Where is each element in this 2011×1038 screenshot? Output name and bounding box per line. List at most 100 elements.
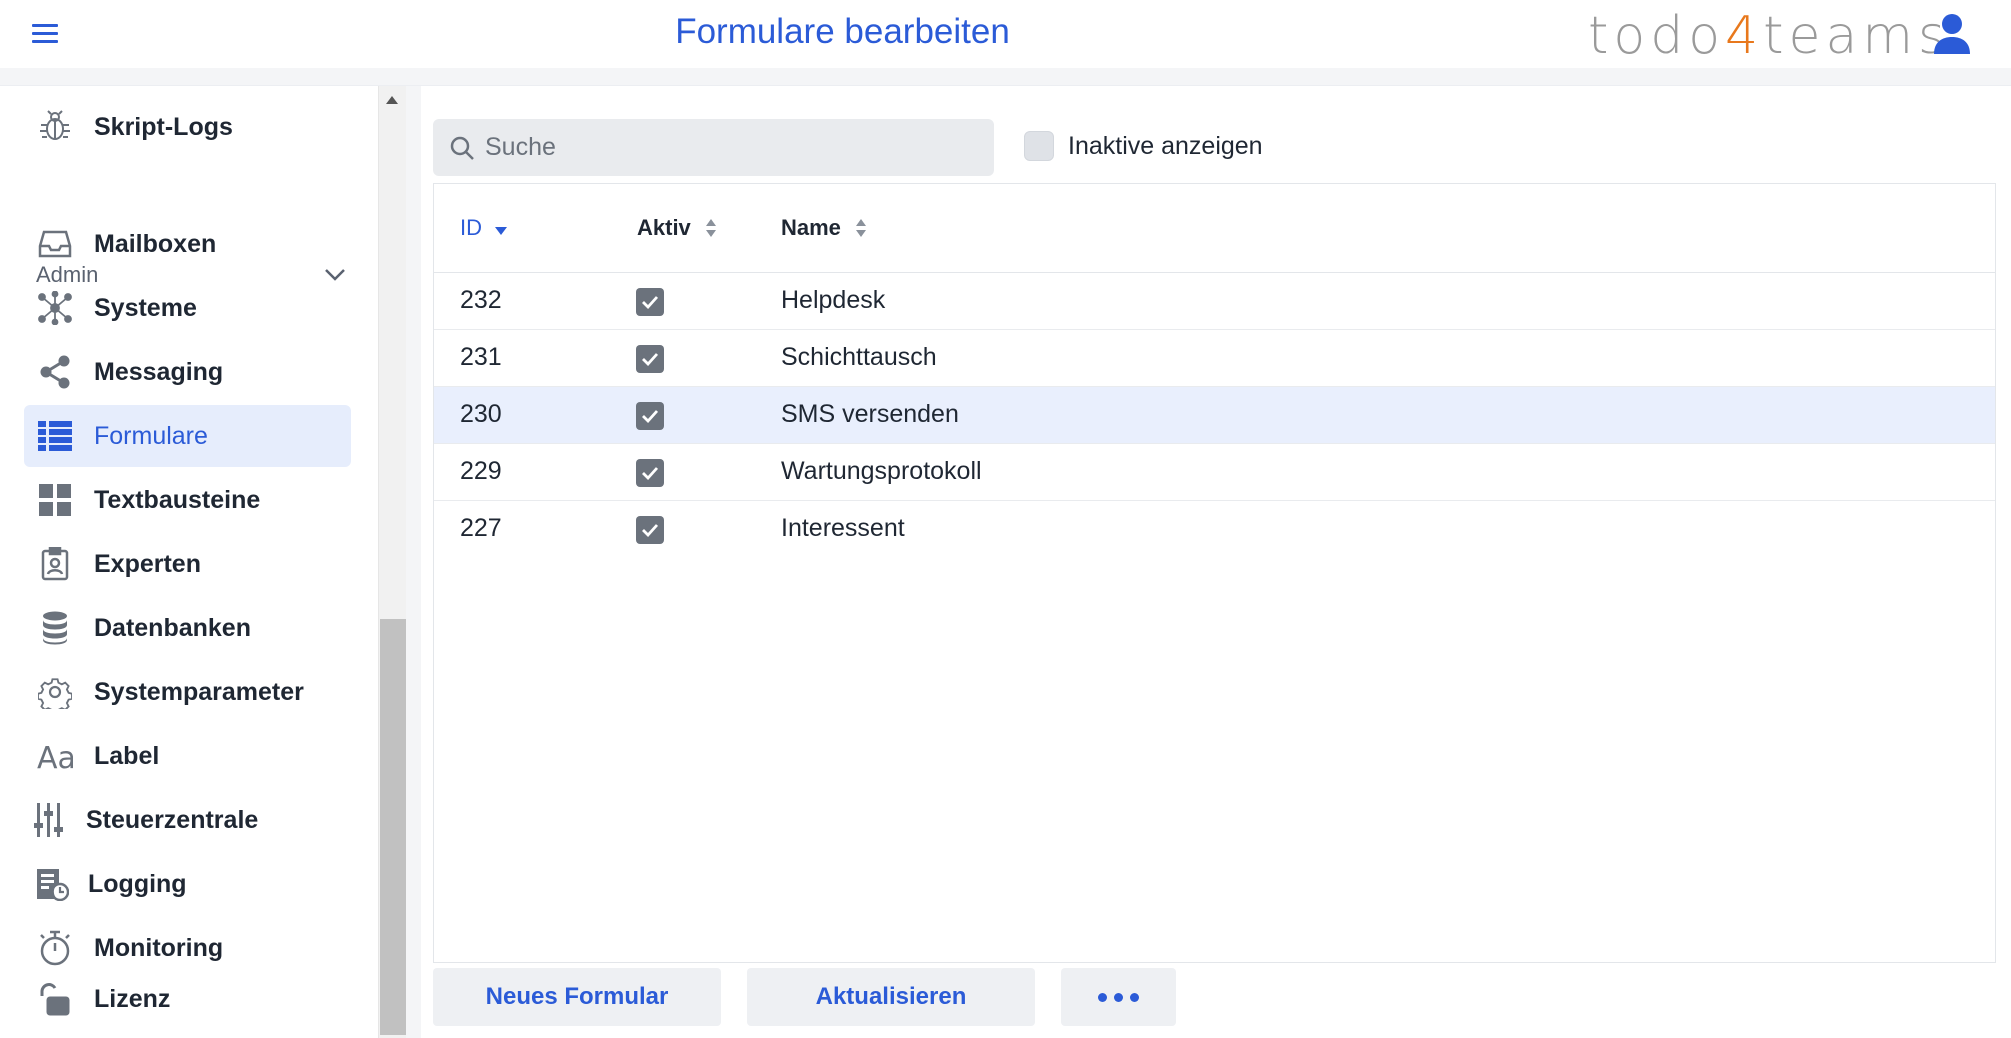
sliders-icon bbox=[30, 801, 68, 839]
sidebar-item-label-entry[interactable]: Aa Label bbox=[24, 725, 351, 787]
header-divider bbox=[0, 68, 2011, 86]
show-inactive-label: Inaktive anzeigen bbox=[1068, 131, 1263, 160]
cell-id: 232 bbox=[460, 286, 502, 314]
sort-desc-icon bbox=[495, 227, 507, 235]
more-options-button[interactable] bbox=[1061, 968, 1176, 1026]
cell-id: 229 bbox=[460, 457, 502, 485]
app-logo: todo4teams bbox=[1588, 6, 1950, 66]
logo-digit: 4 bbox=[1725, 6, 1764, 66]
cell-name: SMS versenden bbox=[781, 400, 959, 428]
sidebar: Skript-Logs Admin Mailboxen Systeme Mess… bbox=[0, 86, 378, 1038]
sidebar-item-label: Formulare bbox=[94, 421, 208, 450]
sidebar-item-textbausteine[interactable]: Textbausteine bbox=[24, 469, 351, 531]
cell-name: Helpdesk bbox=[781, 286, 886, 314]
font-icon: Aa bbox=[36, 737, 74, 775]
more-dots-icon bbox=[1098, 992, 1139, 1002]
sidebar-item-steuerzentrale[interactable]: Steuerzentrale bbox=[24, 789, 351, 851]
column-header-label: Name bbox=[781, 215, 841, 240]
forms-table: ID Aktiv Name 232 Helpdesk 231 Schichtta… bbox=[433, 183, 1996, 963]
logo-suffix: teams bbox=[1763, 6, 1951, 66]
check-icon bbox=[642, 467, 659, 480]
scroll-up-arrow-icon[interactable] bbox=[386, 96, 398, 104]
new-form-button[interactable]: Neues Formular bbox=[433, 968, 721, 1026]
network-icon bbox=[36, 289, 74, 327]
sidebar-item-label: Logging bbox=[88, 869, 187, 898]
list-icon bbox=[36, 417, 74, 455]
table-row[interactable]: 231 Schichttausch bbox=[434, 330, 1995, 387]
logo-prefix: todo bbox=[1588, 6, 1726, 66]
sidebar-item-systeme[interactable]: Systeme bbox=[24, 277, 351, 339]
page-title: Formulare bearbeiten bbox=[675, 12, 1010, 51]
sidebar-item-label: Datenbanken bbox=[94, 613, 251, 642]
refresh-button[interactable]: Aktualisieren bbox=[747, 968, 1035, 1026]
user-icon[interactable] bbox=[1932, 12, 1972, 56]
sidebar-scrollbar[interactable] bbox=[378, 86, 406, 1038]
bug-icon bbox=[36, 108, 74, 146]
cell-id: 230 bbox=[460, 400, 502, 428]
inbox-icon bbox=[36, 225, 74, 263]
table-row[interactable]: 227 Interessent bbox=[434, 501, 1995, 558]
sidebar-item-label: Messaging bbox=[94, 357, 224, 386]
sidebar-item-label: Lizenz bbox=[94, 984, 171, 1013]
svg-text:Aa: Aa bbox=[37, 741, 73, 771]
grid-icon bbox=[36, 481, 74, 519]
active-checkbox[interactable] bbox=[636, 402, 664, 430]
sidebar-item-label: Mailboxen bbox=[94, 229, 217, 258]
table-row[interactable]: 229 Wartungsprotokoll bbox=[434, 444, 1995, 501]
sidebar-item-label: Steuerzentrale bbox=[86, 805, 259, 834]
sidebar-item-logging[interactable]: Logging bbox=[24, 853, 351, 915]
sidebar-item-label: Systeme bbox=[94, 293, 197, 322]
sidebar-item-label: Experten bbox=[94, 549, 201, 578]
unlock-icon bbox=[36, 980, 74, 1018]
app-header: Formulare bearbeiten todo4teams bbox=[0, 0, 2011, 68]
scrollbar-thumb[interactable] bbox=[380, 619, 406, 1035]
sort-icon bbox=[705, 219, 716, 237]
active-checkbox[interactable] bbox=[636, 345, 664, 373]
check-icon bbox=[642, 524, 659, 537]
sidebar-item-systemparameter[interactable]: Systemparameter bbox=[24, 661, 351, 723]
column-header-id[interactable]: ID bbox=[460, 215, 508, 241]
sidebar-item-label: Monitoring bbox=[94, 933, 224, 962]
active-checkbox[interactable] bbox=[636, 288, 664, 316]
check-icon bbox=[642, 296, 659, 309]
share-icon bbox=[36, 353, 74, 391]
column-header-aktiv[interactable]: Aktiv bbox=[637, 215, 717, 241]
column-header-label: ID bbox=[460, 215, 482, 240]
table-row-selected[interactable]: 230 SMS versenden bbox=[434, 387, 1995, 444]
sidebar-item-messaging[interactable]: Messaging bbox=[24, 341, 351, 403]
sidebar-item-label: Systemparameter bbox=[94, 677, 304, 706]
column-header-name[interactable]: Name bbox=[781, 215, 867, 241]
check-icon bbox=[642, 410, 659, 423]
search-box[interactable] bbox=[433, 119, 994, 176]
database-icon bbox=[36, 609, 74, 647]
active-checkbox[interactable] bbox=[636, 459, 664, 487]
active-checkbox[interactable] bbox=[636, 516, 664, 544]
content-gutter bbox=[406, 86, 421, 1038]
column-header-label: Aktiv bbox=[637, 215, 691, 240]
gear-icon bbox=[36, 673, 74, 711]
cell-id: 231 bbox=[460, 343, 502, 371]
cell-name: Interessent bbox=[781, 514, 905, 542]
sidebar-item-formulare[interactable]: Formulare bbox=[24, 405, 351, 467]
table-header: ID Aktiv Name bbox=[434, 184, 1995, 273]
stopwatch-icon bbox=[36, 929, 74, 967]
sidebar-item-datenbanken[interactable]: Datenbanken bbox=[24, 597, 351, 659]
log-icon bbox=[34, 865, 72, 903]
sidebar-item-skript-logs[interactable]: Skript-Logs bbox=[24, 96, 351, 158]
badge-icon bbox=[36, 545, 74, 583]
sidebar-item-label: Textbausteine bbox=[94, 485, 261, 514]
sidebar-item-experten[interactable]: Experten bbox=[24, 533, 351, 595]
cell-name: Schichttausch bbox=[781, 343, 937, 371]
cell-name: Wartungsprotokoll bbox=[781, 457, 982, 485]
sidebar-item-label: Skript-Logs bbox=[94, 112, 233, 141]
check-icon bbox=[642, 353, 659, 366]
sidebar-item-mailboxen[interactable]: Mailboxen bbox=[24, 213, 351, 275]
search-input[interactable] bbox=[485, 133, 965, 162]
sidebar-item-lizenz[interactable]: Lizenz bbox=[24, 968, 351, 1030]
cell-id: 227 bbox=[460, 514, 502, 542]
table-row[interactable]: 232 Helpdesk bbox=[434, 273, 1995, 330]
show-inactive-toggle[interactable]: Inaktive anzeigen bbox=[1024, 131, 1263, 161]
sort-icon bbox=[855, 219, 866, 237]
sidebar-item-label: Label bbox=[94, 741, 160, 770]
show-inactive-checkbox[interactable] bbox=[1024, 131, 1054, 161]
